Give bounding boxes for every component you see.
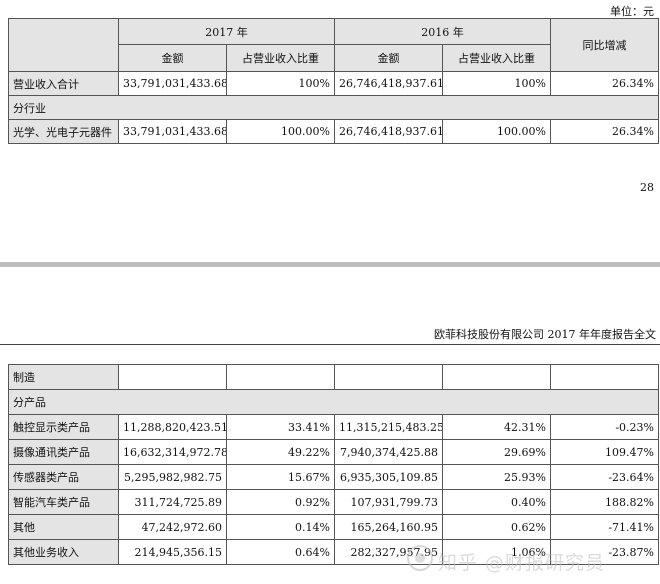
cell-ratio-2017: 33.41% (226, 414, 335, 440)
revenue-table-top: 2017 年 2016 年 同比增减 金额 占营业收入比重 金额 占营业收入比重… (8, 18, 659, 144)
cell-ratio-2017: 0.92% (226, 489, 335, 515)
cell-ratio-2016: 0.40% (442, 489, 551, 515)
cell-ratio-2017: 0.64% (226, 539, 335, 565)
cell-ratio-2016: 42.31% (442, 414, 551, 440)
cell-ratio-2016: 100.00% (442, 119, 551, 144)
section-label: 分行业 (8, 95, 659, 120)
unit-label: 单位：元 (610, 5, 654, 18)
header-rule (0, 344, 660, 345)
header-amount-2017: 金额 (118, 44, 227, 72)
cell-amount-2016: 11,315,215,483.25 (334, 414, 443, 440)
table-row: 触控显示类产品 11,288,820,423.51 33.41% 11,315,… (8, 414, 659, 440)
cell-amount-2017: 11,288,820,423.51 (118, 414, 227, 440)
cell-amount-2016: 7,940,374,425.88 (334, 439, 443, 465)
cell-ratio-2016: 100% (442, 71, 551, 96)
row-label: 其他 (8, 514, 119, 540)
cell-amount-2016: 6,935,305,109.85 (334, 464, 443, 490)
cell-yoy: -0.23% (550, 414, 659, 440)
cell-ratio-2017: 15.67% (226, 464, 335, 490)
table-row: 其他业务收入 214,945,356.15 0.64% 282,327,957.… (8, 539, 659, 565)
table-row: 摄像通讯类产品 16,632,314,972.78 49.22% 7,940,3… (8, 439, 659, 465)
cell-amount-2016: 165,264,160.95 (334, 514, 443, 540)
cell-amount-2016: 107,931,799.73 (334, 489, 443, 515)
row-label: 智能汽车类产品 (8, 489, 119, 515)
cell-yoy: 188.82% (550, 489, 659, 515)
row-label: 其他业务收入 (8, 539, 119, 565)
cell-amount-2017: 47,242,972.60 (118, 514, 227, 540)
cell-amount-2017: 33,791,031,433.68 (118, 71, 227, 96)
running-header: 欧菲科技股份有限公司 2017 年年度报告全文 (434, 328, 656, 341)
cell-ratio-2016: 25.93% (442, 464, 551, 490)
cell-ratio-2016: 29.69% (442, 439, 551, 465)
cell-amount-2016: 26,746,418,937.61 (334, 71, 443, 96)
cell-amount-2017: 214,945,356.15 (118, 539, 227, 565)
section-row: 分行业 (8, 95, 659, 120)
cell-ratio-2017: 0.14% (226, 514, 335, 540)
cell-amount-2017: 33,791,031,433.68 (118, 119, 227, 144)
table-row: 其他 47,242,972.60 0.14% 165,264,160.95 0.… (8, 514, 659, 540)
cell-amount-2017: 16,632,314,972.78 (118, 439, 227, 465)
row-label: 制造 (8, 364, 119, 390)
corner-cell (8, 18, 119, 72)
page-number: 28 (640, 181, 654, 194)
table-row: 营业收入合计 33,791,031,433.68 100% 26,746,418… (8, 71, 659, 96)
section-row: 分产品 (8, 389, 659, 415)
row-label: 触控显示类产品 (8, 414, 119, 440)
page-divider (0, 262, 660, 267)
cell-amount-2017: 311,724,725.89 (118, 489, 227, 515)
header-ratio-2016: 占营业收入比重 (442, 44, 551, 72)
cell-ratio-2016: 1.06% (442, 539, 551, 565)
table-row: 光学、光电子元器件 33,791,031,433.68 100.00% 26,7… (8, 119, 659, 144)
row-label: 光学、光电子元器件 (8, 119, 119, 144)
cell-ratio-2017: 100.00% (226, 119, 335, 144)
cell-yoy: -71.41% (550, 514, 659, 540)
table-row: 传感器类产品 5,295,982,982.75 15.67% 6,935,305… (8, 464, 659, 490)
header-yoy: 同比增减 (550, 18, 659, 72)
revenue-table-bottom: 制造 分产品 触控显示类产品 11,288,820,423.51 33.41% … (8, 364, 659, 565)
cell-ratio-2017: 49.22% (226, 439, 335, 465)
cell-amount-2016: 282,327,957.95 (334, 539, 443, 565)
cell-yoy: 26.34% (550, 119, 659, 144)
header-year-2016: 2016 年 (334, 18, 551, 45)
cell-amount-2017: 5,295,982,982.75 (118, 464, 227, 490)
cell-ratio-2017: 100% (226, 71, 335, 96)
row-label: 传感器类产品 (8, 464, 119, 490)
cell-amount-2016: 26,746,418,937.61 (334, 119, 443, 144)
cell-yoy: -23.87% (550, 539, 659, 565)
header-ratio-2017: 占营业收入比重 (226, 44, 335, 72)
header-year-2017: 2017 年 (118, 18, 335, 45)
header-amount-2016: 金额 (334, 44, 443, 72)
section-label: 分产品 (8, 389, 659, 415)
cell-ratio-2016: 0.62% (442, 514, 551, 540)
table-row: 制造 (8, 364, 659, 390)
cell-yoy: -23.64% (550, 464, 659, 490)
row-label: 营业收入合计 (8, 71, 119, 96)
cell-yoy: 26.34% (550, 71, 659, 96)
table-row: 智能汽车类产品 311,724,725.89 0.92% 107,931,799… (8, 489, 659, 515)
row-label: 摄像通讯类产品 (8, 439, 119, 465)
cell-yoy: 109.47% (550, 439, 659, 465)
